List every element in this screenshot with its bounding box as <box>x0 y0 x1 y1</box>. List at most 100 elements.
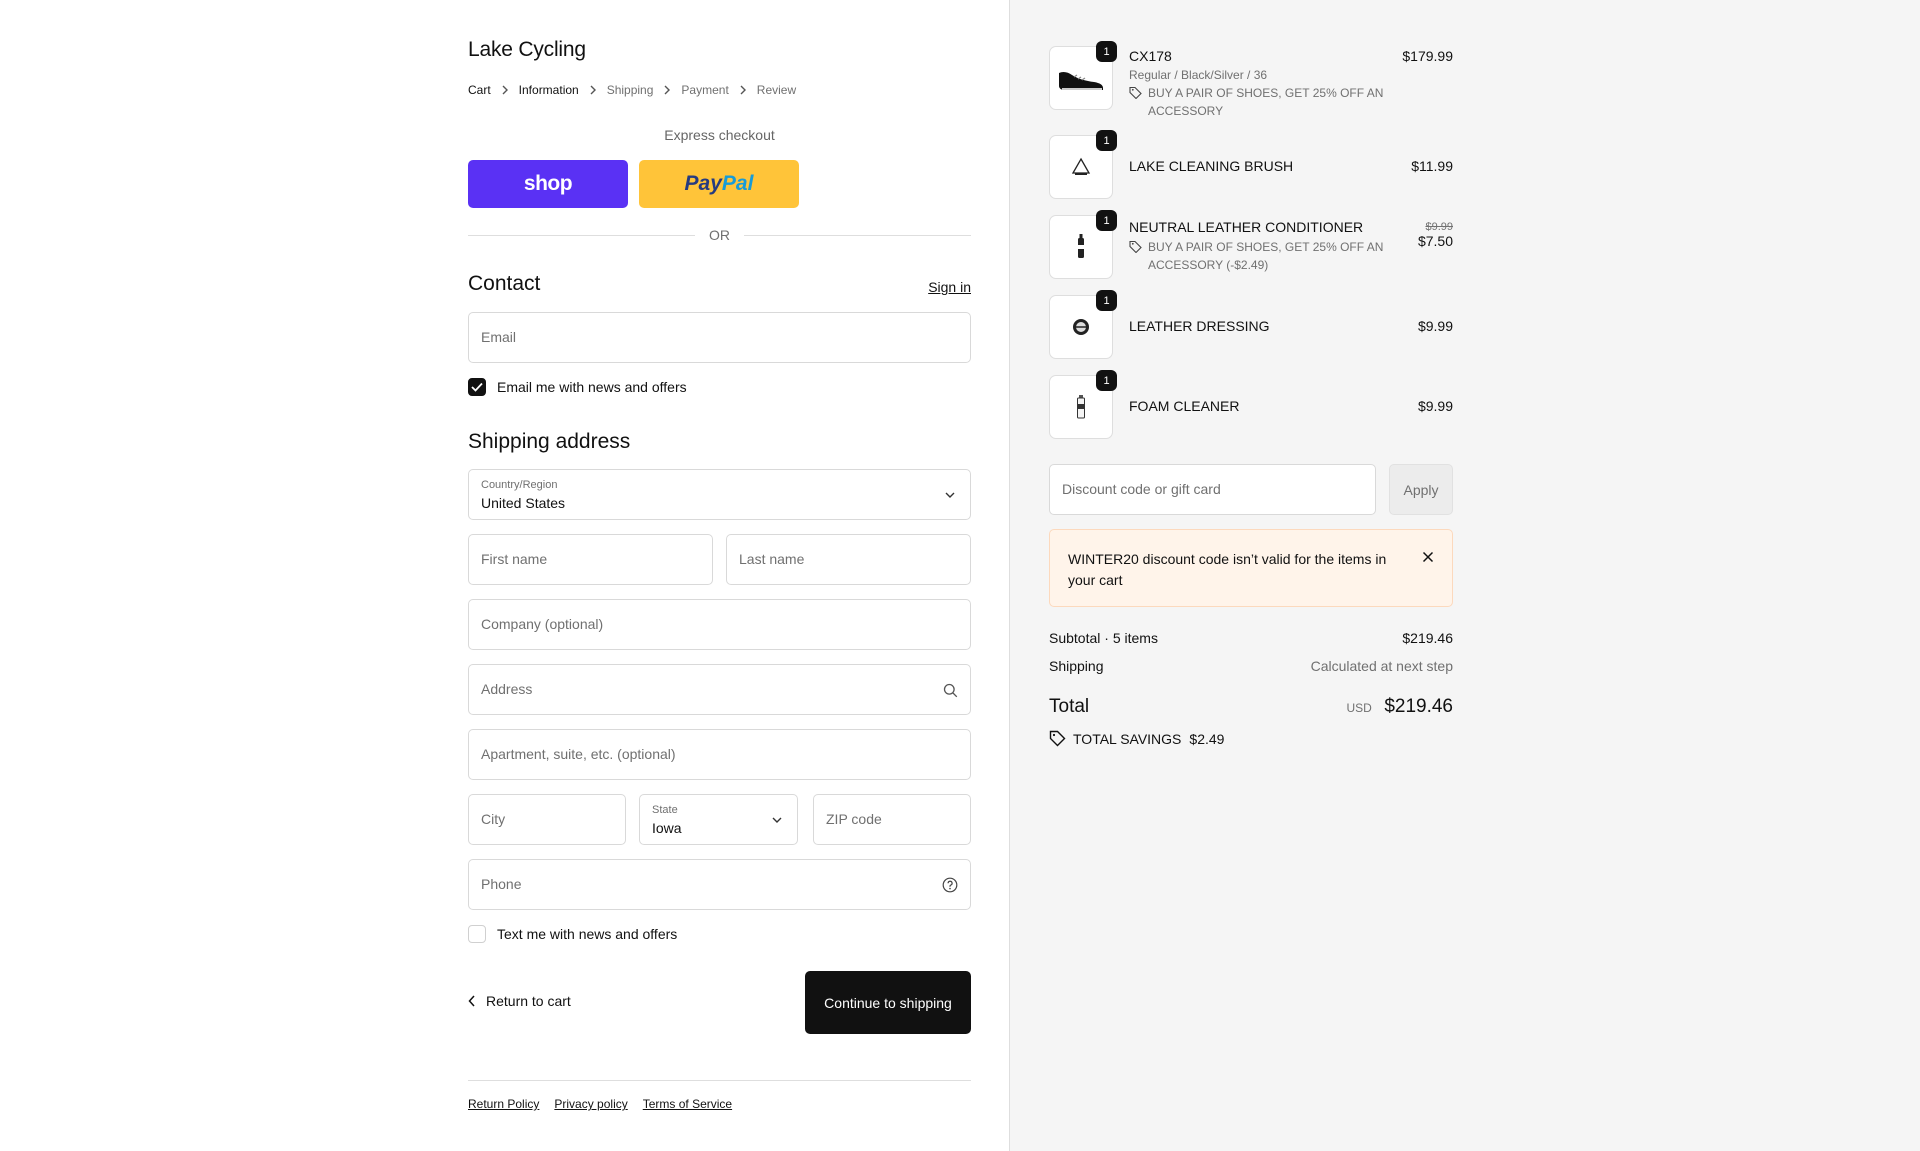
zip-code-field[interactable]: ZIP code <box>813 794 971 845</box>
phone-placeholder: Phone <box>481 876 522 892</box>
sms-optin-checkbox[interactable] <box>468 925 486 943</box>
close-icon[interactable] <box>1422 550 1434 568</box>
item-price: $9.99 <box>1417 398 1453 414</box>
email-optin-checkbox[interactable] <box>468 378 486 396</box>
subtotal-label: Subtotal · 5 items <box>1049 630 1158 646</box>
last-name-placeholder: Last name <box>739 551 805 567</box>
or-divider: OR <box>468 227 971 243</box>
item-name: LEATHER DRESSING <box>1129 318 1270 334</box>
apartment-field[interactable]: Apartment, suite, etc. (optional) <box>468 729 971 780</box>
sign-in-link[interactable]: Sign in <box>928 279 971 295</box>
contact-heading: Contact <box>468 272 541 295</box>
item-variant: Regular / Black/Silver / 36 <box>1129 68 1268 82</box>
item-discount-label: BUY A PAIR OF SHOES, GET 25% OFF AN ACCE… <box>1148 86 1384 118</box>
discount-code-input[interactable]: Discount code or gift card <box>1049 464 1376 515</box>
footer-divider <box>468 1080 971 1081</box>
return-to-cart-link[interactable]: Return to cart <box>468 993 571 1009</box>
chevron-down-icon <box>942 487 958 503</box>
shoe-icon <box>1059 71 1103 90</box>
order-summary: 1 CX178 Regular / Black/Silver / 36 BUY … <box>1009 0 1920 1151</box>
product-thumbnail: 1 <box>1049 41 1117 110</box>
country-select[interactable]: Country/Region United States <box>468 469 971 520</box>
first-name-placeholder: First name <box>481 551 548 567</box>
bottle-icon <box>1078 234 1084 258</box>
quantity-badge: 1 <box>1096 41 1117 62</box>
chevron-down-icon <box>769 812 785 828</box>
cart-item: 1 CX178 Regular / Black/Silver / 36 BUY … <box>1049 41 1453 126</box>
breadcrumb-shipping: Shipping <box>606 83 654 97</box>
apartment-placeholder: Apartment, suite, etc. (optional) <box>481 746 676 762</box>
cart-item: 1 FOAM CLEANER $9.99 <box>1049 370 1453 439</box>
breadcrumb-information: Information <box>518 83 579 97</box>
shipping-label: Shipping <box>1049 658 1104 674</box>
currency-code: USD <box>1346 701 1372 715</box>
express-checkout-label: Express checkout <box>664 127 775 143</box>
terms-of-service-link[interactable]: Terms of Service <box>643 1097 732 1111</box>
item-price: $11.99 <box>1411 158 1453 174</box>
quantity-badge: 1 <box>1096 210 1117 231</box>
tag-icon <box>1129 86 1142 99</box>
discount-error-banner: WINTER20 discount code isn’t valid for t… <box>1049 529 1453 607</box>
product-thumbnail: 1 <box>1049 130 1117 199</box>
item-discount: BUY A PAIR OF SHOES, GET 25% OFF AN ACCE… <box>1129 84 1399 120</box>
discount-error-message: WINTER20 discount code isn’t valid for t… <box>1068 551 1387 588</box>
chevron-right-icon <box>663 85 671 95</box>
breadcrumb-review: Review <box>756 83 797 97</box>
item-price: $9.99 <box>1417 318 1453 334</box>
email-optin-label: Email me with news and offers <box>497 379 687 395</box>
item-price: $7.50 <box>1417 233 1453 249</box>
breadcrumb-cart[interactable]: Cart <box>468 83 491 97</box>
phone-field[interactable]: Phone <box>468 859 971 910</box>
divider-line <box>468 234 695 236</box>
last-name-field[interactable]: Last name <box>726 534 971 585</box>
shipping-address-heading: Shipping address <box>468 430 631 453</box>
paypal-button[interactable]: Pay Pal <box>639 160 799 208</box>
first-name-field[interactable]: First name <box>468 534 713 585</box>
state-label: State <box>652 804 678 816</box>
city-placeholder: City <box>481 811 506 827</box>
total-label: Total <box>1049 696 1090 717</box>
zip-code-placeholder: ZIP code <box>826 811 882 827</box>
country-label: Country/Region <box>481 479 558 491</box>
company-field[interactable]: Company (optional) <box>468 599 971 650</box>
total-savings: TOTAL SAVINGS $2.49 <box>1049 730 1224 747</box>
subtotal-row: Subtotal · 5 items $219.46 <box>1049 630 1453 646</box>
shop-pay-button[interactable]: shop <box>468 160 628 208</box>
item-name: FOAM CLEANER <box>1129 398 1240 414</box>
country-value: United States <box>481 495 566 511</box>
shop-pay-logo: shop <box>523 172 573 195</box>
email-optin-row[interactable]: Email me with news and offers <box>468 378 687 396</box>
quantity-badge: 1 <box>1096 370 1117 391</box>
quantity-badge: 1 <box>1096 130 1117 151</box>
city-field[interactable]: City <box>468 794 626 845</box>
privacy-policy-link[interactable]: Privacy policy <box>554 1097 627 1111</box>
email-field[interactable]: Email <box>468 312 971 363</box>
chevron-right-icon <box>501 85 509 95</box>
item-name: LAKE CLEANING BRUSH <box>1129 158 1294 174</box>
help-circle-icon[interactable] <box>942 877 958 893</box>
return-policy-link[interactable]: Return Policy <box>468 1097 539 1111</box>
sms-optin-row[interactable]: Text me with news and offers <box>468 925 677 943</box>
shipping-value: Calculated at next step <box>1310 658 1453 674</box>
footer-links: Return Policy Privacy policy Terms of Se… <box>468 1097 747 1111</box>
address-field[interactable]: Address <box>468 664 971 715</box>
cart-item: 1 LAKE CLEANING BRUSH $11.99 <box>1049 130 1453 199</box>
product-thumbnail: 1 <box>1049 370 1117 439</box>
brush-icon <box>1071 157 1091 175</box>
tag-icon <box>1129 240 1142 253</box>
total-value: $219.46 <box>1384 696 1453 717</box>
apply-discount-button[interactable]: Apply <box>1389 464 1453 515</box>
subtotal-value: $219.46 <box>1402 630 1453 646</box>
product-thumbnail: 1 <box>1049 290 1117 359</box>
email-placeholder: Email <box>481 329 517 345</box>
state-select[interactable]: State Iowa <box>639 794 798 845</box>
product-thumbnail: 1 <box>1049 210 1117 279</box>
cart-item: 1 NEUTRAL LEATHER CONDITIONER BUY A PAIR… <box>1049 210 1453 279</box>
item-discount: BUY A PAIR OF SHOES, GET 25% OFF AN ACCE… <box>1129 238 1399 274</box>
store-title[interactable]: Lake Cycling <box>468 38 586 62</box>
item-name: CX178 <box>1129 48 1172 64</box>
search-icon <box>942 682 958 698</box>
continue-to-shipping-button[interactable]: Continue to shipping <box>805 971 971 1034</box>
address-placeholder: Address <box>481 681 533 697</box>
tag-icon <box>1049 730 1066 747</box>
